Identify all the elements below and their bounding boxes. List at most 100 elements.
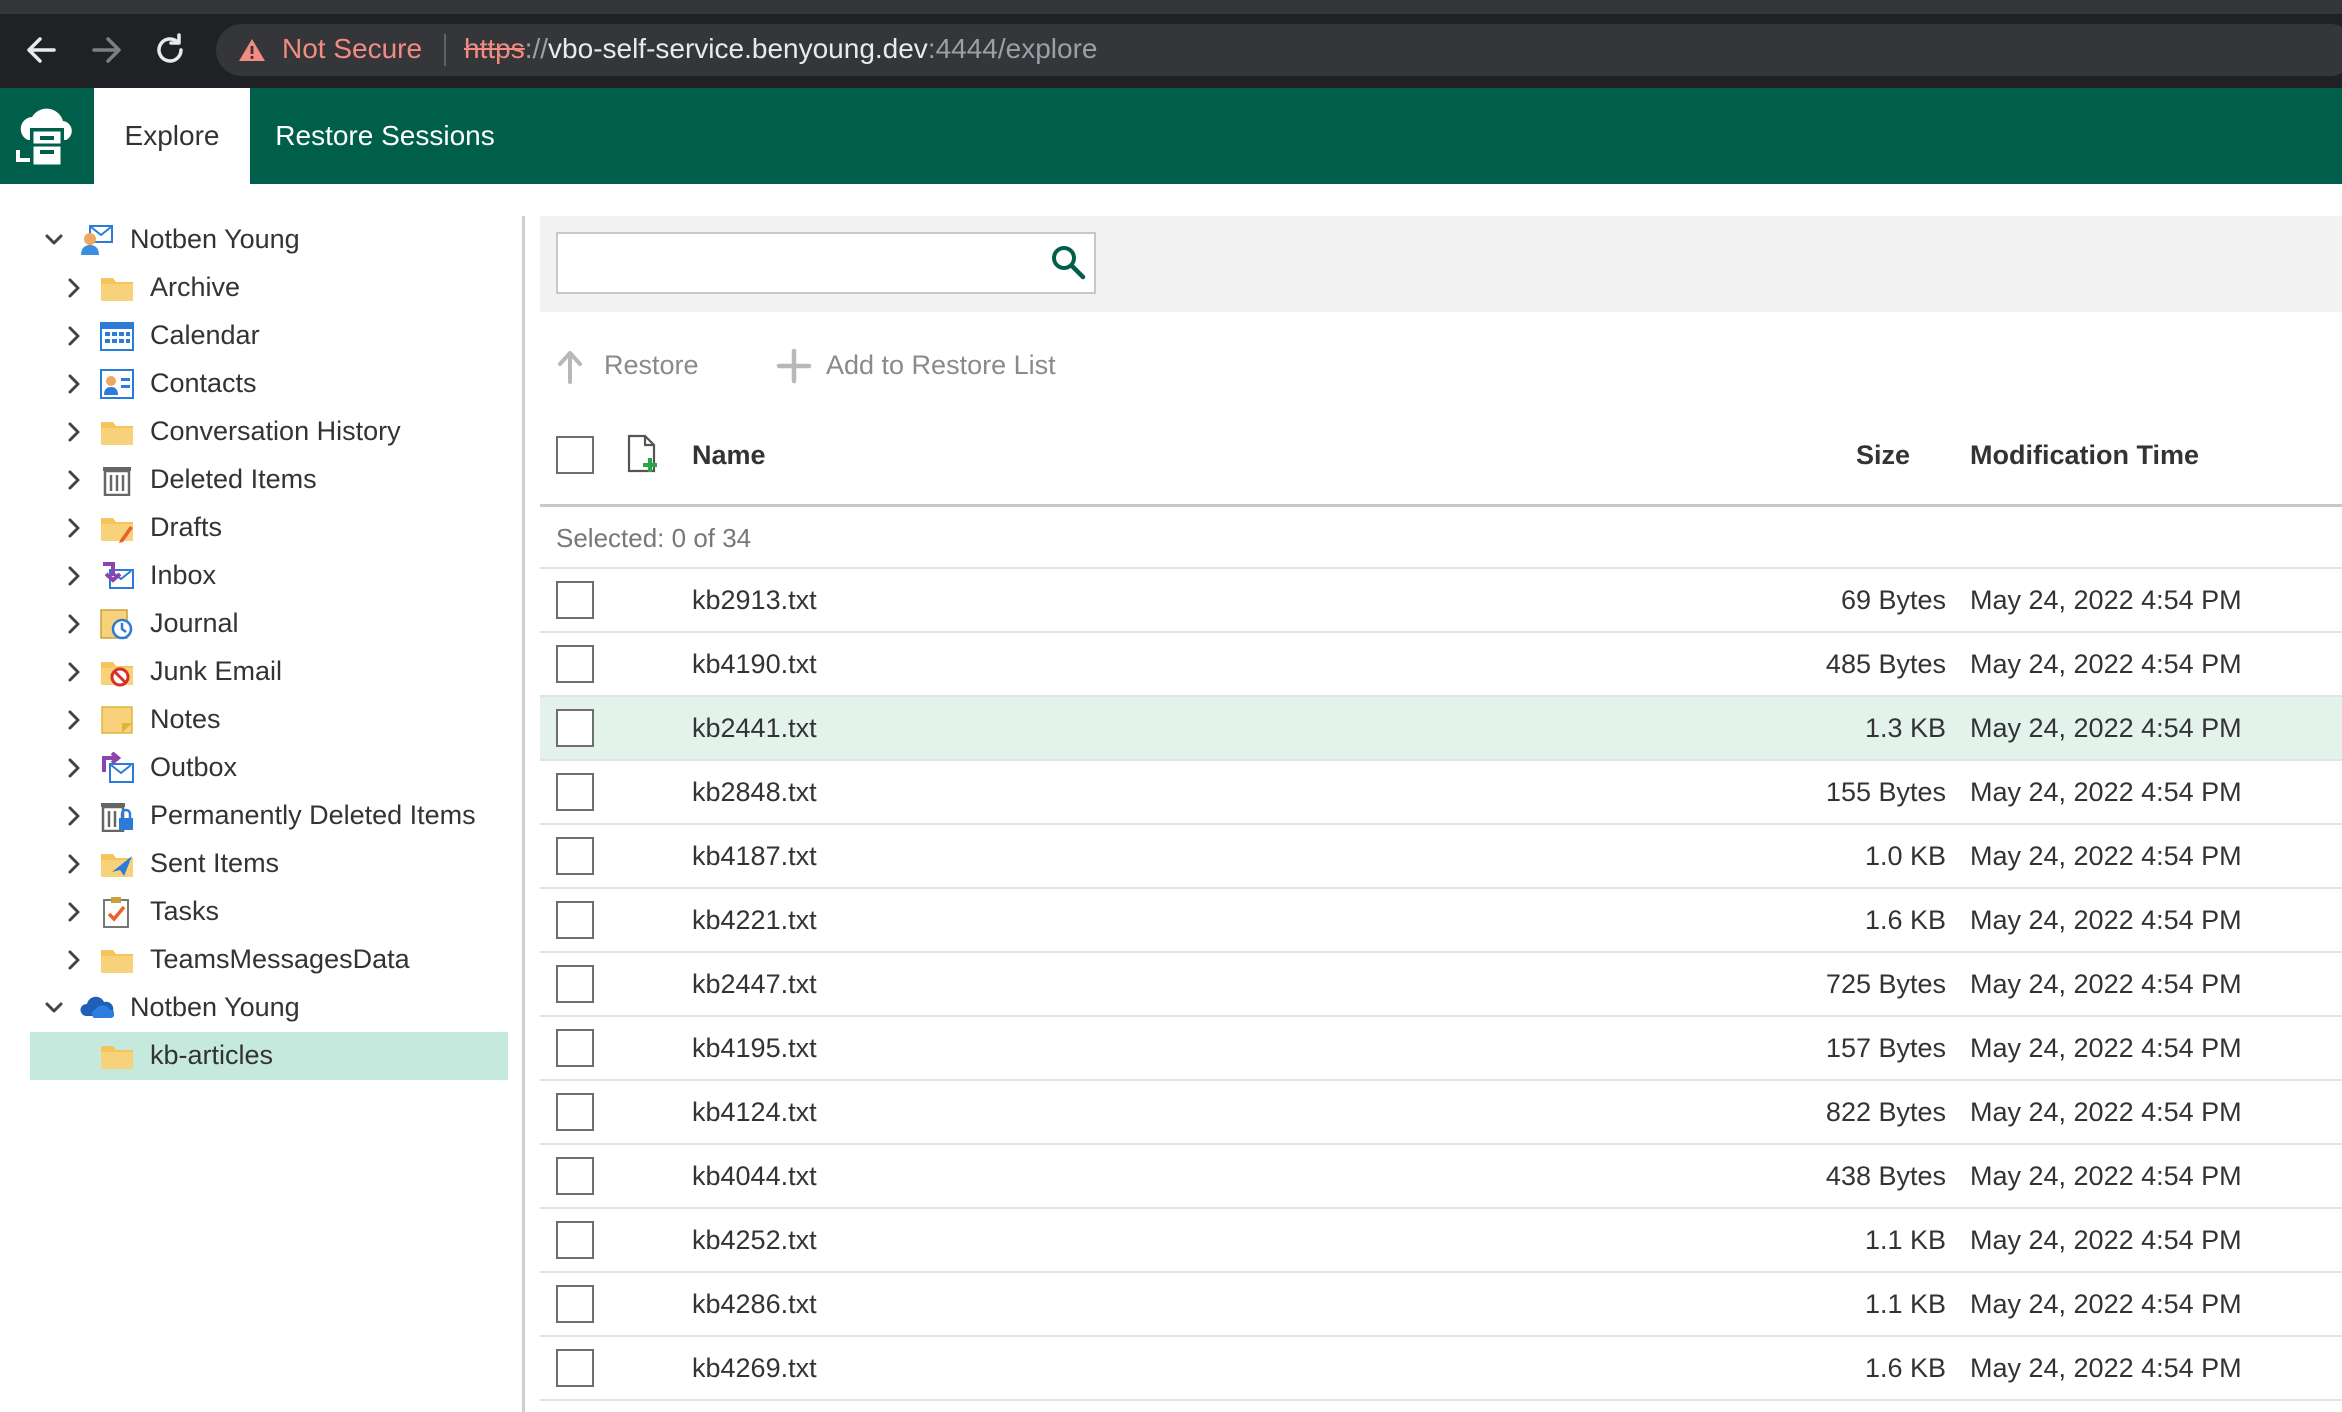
tree-item-sent-items[interactable]: Sent Items (30, 840, 508, 888)
column-header-size[interactable]: Size (1856, 440, 1910, 471)
file-size: 1.1 KB (1864, 1289, 1946, 1319)
search-input[interactable] (556, 232, 1096, 294)
notes-icon (101, 706, 133, 734)
table-row[interactable]: kb2913.txt 69 Bytes May 24, 2022 4:54 PM (540, 569, 2342, 633)
row-checkbox[interactable] (556, 1029, 594, 1067)
table-row[interactable]: kb2441.txt 1.3 KB May 24, 2022 4:54 PM (540, 697, 2342, 761)
tree-item-archive[interactable]: Archive (30, 264, 508, 312)
row-checkbox[interactable] (556, 965, 594, 1003)
add-to-restore-list-button[interactable]: Add to Restore List (776, 336, 1106, 396)
column-header-modification-time[interactable]: Modification Time (1970, 440, 2199, 471)
contacts-icon (100, 369, 134, 399)
table-row[interactable]: kb4044.txt 438 Bytes May 24, 2022 4:54 PM (540, 1145, 2342, 1209)
tree-item-junk-email[interactable]: Junk Email (30, 648, 508, 696)
address-bar[interactable]: Not Secure https://vbo-self-service.beny… (216, 24, 2342, 76)
tree-item-label: Tasks (150, 896, 220, 926)
back-button[interactable] (18, 26, 66, 74)
chevron-right-icon[interactable] (60, 802, 88, 830)
select-all-checkbox[interactable] (556, 436, 594, 474)
chevron-down-icon[interactable] (40, 226, 68, 254)
chevron-right-icon[interactable] (60, 466, 88, 494)
app-logo[interactable] (0, 88, 94, 184)
tree-item-label: Archive (150, 272, 241, 302)
tree-item-label: Sent Items (150, 848, 280, 878)
chevron-right-icon[interactable] (60, 946, 88, 974)
file-size: 157 Bytes (1825, 1033, 1946, 1063)
calendar-icon (100, 322, 134, 351)
modification-time: May 24, 2022 4:54 PM (1970, 649, 2242, 679)
row-checkbox[interactable] (556, 1349, 594, 1387)
tree-item-calendar[interactable]: Calendar (30, 312, 508, 360)
search-icon[interactable] (1050, 244, 1086, 280)
modification-time: May 24, 2022 4:54 PM (1970, 713, 2242, 743)
tab-explore[interactable]: Explore (94, 88, 250, 184)
new-file-icon[interactable] (626, 434, 660, 474)
file-name: kb4190.txt (692, 649, 817, 679)
chevron-right-icon[interactable] (60, 706, 88, 734)
table-row[interactable]: kb4124.txt 822 Bytes May 24, 2022 4:54 PM (540, 1081, 2342, 1145)
chevron-right-icon[interactable] (60, 754, 88, 782)
tree-item-permanently-deleted-items[interactable]: Permanently Deleted Items (30, 792, 508, 840)
sidebar-divider[interactable] (522, 216, 525, 1412)
tree-item-inbox[interactable]: Inbox (30, 552, 508, 600)
table-row[interactable]: kb4269.txt 1.6 KB May 24, 2022 4:54 PM (540, 1337, 2342, 1401)
chevron-down-icon[interactable] (40, 994, 68, 1022)
forward-button[interactable] (82, 26, 130, 74)
row-checkbox[interactable] (556, 901, 594, 939)
table-row[interactable]: kb4195.txt 157 Bytes May 24, 2022 4:54 PM (540, 1017, 2342, 1081)
row-checkbox[interactable] (556, 645, 594, 683)
table-row[interactable]: kb2447.txt 725 Bytes May 24, 2022 4:54 PM (540, 953, 2342, 1017)
tree-item-mailbox-root[interactable]: Notben Young (30, 216, 508, 264)
main-content: Restore Add to Restore List Name Size Mo… (540, 216, 2342, 1412)
security-status[interactable]: Not Secure (282, 33, 422, 65)
row-checkbox[interactable] (556, 837, 594, 875)
table-row[interactable]: kb4286.txt 1.1 KB May 24, 2022 4:54 PM (540, 1273, 2342, 1337)
row-checkbox[interactable] (556, 709, 594, 747)
chevron-right-icon[interactable] (60, 562, 88, 590)
browser-tab-strip (0, 0, 2342, 14)
tree-item-outbox[interactable]: Outbox (30, 744, 508, 792)
tree-item-onedrive-root[interactable]: Notben Young (30, 984, 508, 1032)
tab-restore-sessions[interactable]: Restore Sessions (250, 88, 520, 184)
chevron-right-icon[interactable] (60, 610, 88, 638)
file-size: 69 Bytes (1840, 585, 1946, 615)
column-header-name[interactable]: Name (692, 440, 766, 471)
url-text[interactable]: https://vbo-self-service.benyoung.dev:44… (464, 33, 1098, 65)
modification-time: May 24, 2022 4:54 PM (1970, 1353, 2242, 1383)
table-row[interactable]: kb4221.txt 1.6 KB May 24, 2022 4:54 PM (540, 889, 2342, 953)
tree-item-drafts[interactable]: Drafts (30, 504, 508, 552)
tree-item-tasks[interactable]: Tasks (30, 888, 508, 936)
tree-item-conversation-history[interactable]: Conversation History (30, 408, 508, 456)
table-row[interactable]: kb2848.txt 155 Bytes May 24, 2022 4:54 PM (540, 761, 2342, 825)
tree-item-teamsmessagesdata[interactable]: TeamsMessagesData (30, 936, 508, 984)
row-checkbox[interactable] (556, 1093, 594, 1131)
table-row[interactable]: kb4190.txt 485 Bytes May 24, 2022 4:54 PM (540, 633, 2342, 697)
chevron-right-icon[interactable] (60, 322, 88, 350)
chevron-right-icon[interactable] (60, 274, 88, 302)
file-size: 1.6 KB (1864, 1353, 1946, 1383)
tree-item-deleted-items[interactable]: Deleted Items (30, 456, 508, 504)
chevron-right-icon[interactable] (60, 898, 88, 926)
row-checkbox[interactable] (556, 1285, 594, 1323)
restore-button[interactable]: Restore (556, 336, 746, 396)
tree-item-label: Deleted Items (150, 464, 317, 494)
table-row[interactable]: kb4187.txt 1.0 KB May 24, 2022 4:54 PM (540, 825, 2342, 889)
tree-item-contacts[interactable]: Contacts (30, 360, 508, 408)
chevron-right-icon[interactable] (60, 418, 88, 446)
tree-item-kb-articles[interactable]: kb-articles (30, 1032, 508, 1080)
chevron-right-icon[interactable] (60, 514, 88, 542)
tree-item-journal[interactable]: Journal (30, 600, 508, 648)
url-path: :4444/explore (927, 33, 1098, 64)
chevron-right-icon[interactable] (60, 658, 88, 686)
row-checkbox[interactable] (556, 1221, 594, 1259)
tree-item-notes[interactable]: Notes (30, 696, 508, 744)
folder-tree: Notben Young Archive Calendar Contacts Conv… (0, 184, 524, 1412)
row-checkbox[interactable] (556, 773, 594, 811)
row-checkbox[interactable] (556, 581, 594, 619)
row-checkbox[interactable] (556, 1157, 594, 1195)
chevron-right-icon[interactable] (60, 850, 88, 878)
file-name: kb2848.txt (692, 777, 817, 807)
chevron-right-icon[interactable] (60, 370, 88, 398)
table-row[interactable]: kb4252.txt 1.1 KB May 24, 2022 4:54 PM (540, 1209, 2342, 1273)
reload-button[interactable] (146, 26, 194, 74)
